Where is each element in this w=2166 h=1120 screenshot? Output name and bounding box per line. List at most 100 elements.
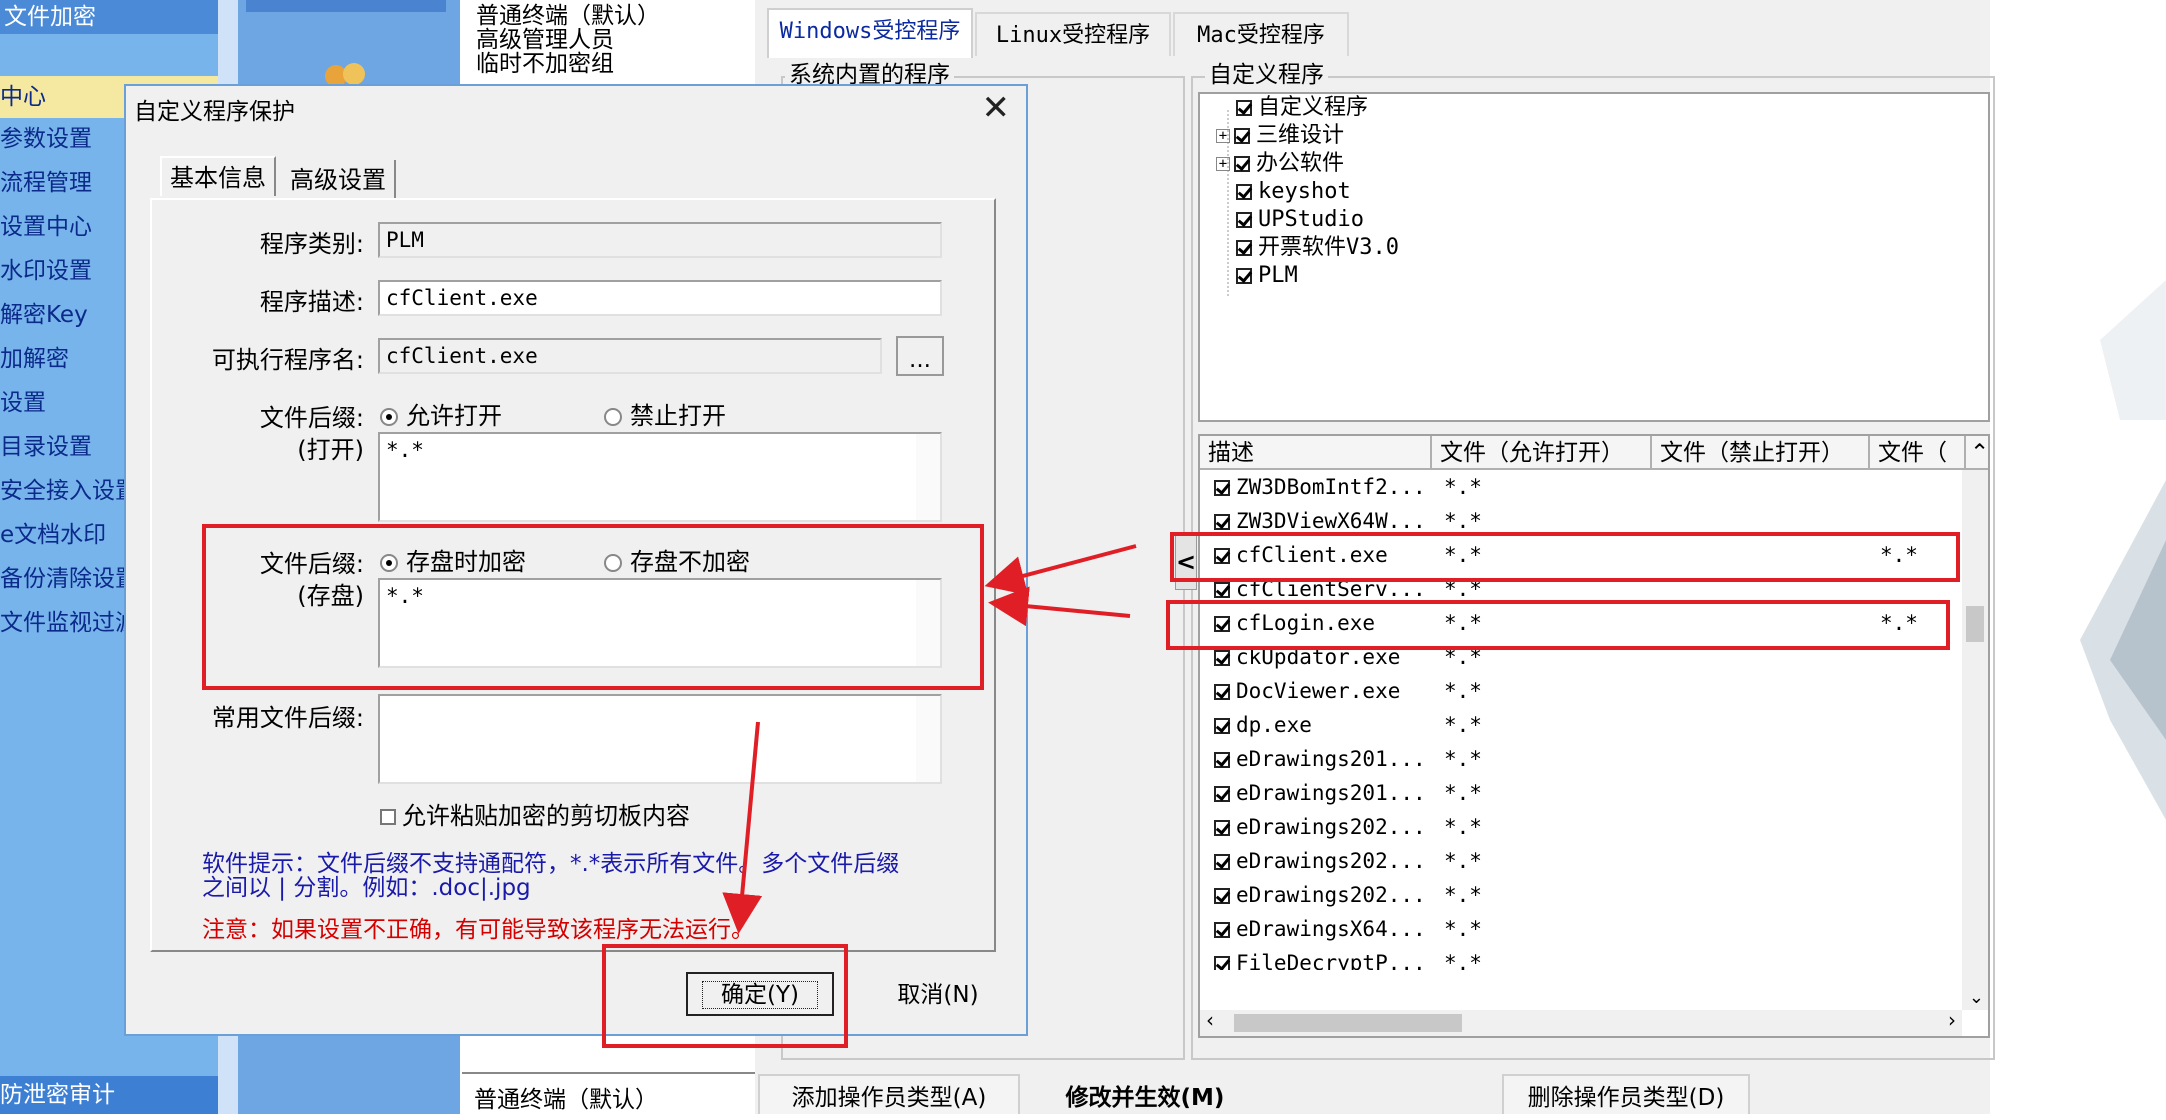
hint-text-line-2: 之间以 | 分割。例如：.doc|.jpg [202, 875, 531, 901]
list-item[interactable]: 普通终端（默认） [476, 4, 660, 28]
scroll-up-icon[interactable]: ⌃ [1966, 436, 1988, 470]
table-row[interactable]: eDrawings202... *.* [1200, 844, 1960, 878]
program-list[interactable]: 描述 文件（允许打开） 文件（禁止打开） 文件（ ⌃ ZW3DBomIntf2.… [1198, 434, 1990, 1038]
checkbox[interactable] [1214, 854, 1230, 870]
open-suffix-sublabel: (打开) [297, 436, 364, 464]
scroll-left-icon[interactable]: ‹ [1206, 1008, 1214, 1032]
tab-linux[interactable]: Linux受控程序 [975, 12, 1171, 56]
common-suffix-field[interactable] [378, 694, 942, 784]
category-field[interactable]: PLM [378, 222, 942, 258]
table-row[interactable]: FileDecryptP... *.* [1200, 946, 1960, 970]
allow-paste-checkbox[interactable]: 允许粘贴加密的剪切板内容 [380, 796, 690, 831]
open-suffix-field[interactable]: *.* [378, 432, 942, 522]
checkbox[interactable] [1236, 212, 1252, 228]
tree-node[interactable]: PLM [1216, 262, 1298, 290]
list-item[interactable]: 普通终端（默认） [474, 1080, 658, 1114]
annotation-box-save-suffix [202, 524, 984, 690]
checkbox[interactable] [1236, 240, 1252, 256]
warning-text: 注意：如果设置不正确，有可能导致该程序无法运行。 [202, 917, 754, 943]
checkbox[interactable] [1214, 820, 1230, 836]
panel-top-button[interactable] [246, 0, 446, 12]
checkbox[interactable] [1214, 888, 1230, 904]
checkbox[interactable] [1236, 268, 1252, 284]
table-row[interactable]: eDrawings201... *.* [1200, 776, 1960, 810]
checkbox[interactable] [1234, 156, 1250, 172]
column-header[interactable]: 文件（允许打开） [1432, 436, 1652, 470]
scroll-thumb[interactable] [1234, 1014, 1462, 1032]
checkbox[interactable] [380, 809, 396, 825]
radio[interactable] [380, 408, 398, 426]
allow-open-radio[interactable]: 允许打开 [380, 396, 502, 431]
column-header[interactable]: 文件（禁止打开） [1652, 436, 1870, 470]
tree-node[interactable]: 自定义程序 [1216, 94, 1368, 122]
column-header[interactable]: 描述 [1200, 436, 1432, 470]
scrollbar[interactable] [916, 696, 940, 782]
cancel-button[interactable]: 取消(N) [870, 972, 1006, 1016]
hint-text-line-1: 软件提示：文件后缀不支持通配符，*.*表示所有文件。多个文件后缀 [202, 851, 900, 877]
list-item[interactable]: 高级管理人员 [476, 28, 614, 52]
tree-node[interactable]: keyshot [1216, 178, 1351, 206]
radio[interactable] [604, 408, 622, 426]
open-suffix-label: 文件后缀: [259, 404, 364, 432]
annotation-box-cflogin-row [1166, 600, 1950, 650]
table-row[interactable]: eDrawings201... *.* [1200, 742, 1960, 776]
tab-mac[interactable]: Mac受控程序 [1173, 12, 1349, 56]
exe-name-label: 可执行程序名: [211, 346, 364, 374]
expand-icon[interactable]: + [1216, 157, 1230, 171]
scroll-down-icon[interactable]: ⌄ [1969, 987, 1984, 1008]
list-item[interactable]: 临时不加密组 [476, 52, 614, 76]
table-row[interactable]: DocViewer.exe *.* [1200, 674, 1960, 708]
checkbox[interactable] [1214, 684, 1230, 700]
tree-node[interactable]: + 办公软件 [1216, 150, 1344, 178]
exe-name-field[interactable]: cfClient.exe [378, 338, 882, 374]
tree-node[interactable]: + 三维设计 [1216, 122, 1344, 150]
checkbox[interactable] [1236, 100, 1252, 116]
scroll-right-icon[interactable]: › [1948, 1008, 1956, 1032]
horizontal-scrollbar[interactable]: ‹ › [1200, 1008, 1962, 1036]
tree-node[interactable]: 开票软件V3.0 [1216, 234, 1399, 262]
table-row[interactable]: eDrawings202... *.* [1200, 878, 1960, 912]
operator-type-list[interactable]: 普通终端（默认） 高级管理人员 临时不加密组 [462, 0, 762, 80]
sidebar-header[interactable]: 文件加密 [0, 0, 218, 34]
scrollbar[interactable] [916, 434, 940, 520]
description-field[interactable]: cfClient.exe [378, 280, 942, 316]
add-operator-type-button[interactable]: 添加操作员类型(A) [758, 1074, 1020, 1114]
background-decoration [2080, 280, 2166, 820]
column-header[interactable]: 文件（ [1870, 436, 1966, 470]
dialog-title: 自定义程序保护 [134, 99, 295, 125]
table-row[interactable]: eDrawingsX64... *.* [1200, 912, 1960, 946]
checkbox[interactable] [1214, 718, 1230, 734]
table-row[interactable]: ZW3DBomIntf2... *.* [1200, 470, 1960, 504]
deny-open-radio[interactable]: 禁止打开 [604, 396, 726, 431]
checkbox[interactable] [1236, 184, 1252, 200]
checkbox[interactable] [1214, 480, 1230, 496]
table-row[interactable]: dp.exe *.* [1200, 708, 1960, 742]
checkbox[interactable] [1214, 956, 1230, 970]
custom-program-tree[interactable]: 自定义程序 + 三维设计 + 办公软件 keyshot UPStudio 开票软件V… [1198, 92, 1990, 422]
checkbox[interactable] [1214, 922, 1230, 938]
tab-basic-info[interactable]: 基本信息 [160, 156, 276, 196]
custom-programs-label: 自定义程序 [1205, 62, 1328, 88]
checkbox[interactable] [1214, 582, 1230, 598]
checkbox[interactable] [1214, 514, 1230, 530]
annotation-box-ok-button [602, 944, 848, 1048]
delete-operator-type-button[interactable]: 删除操作员类型(D) [1502, 1074, 1750, 1114]
tree-node[interactable]: UPStudio [1216, 206, 1364, 234]
browse-button[interactable]: ... [896, 336, 944, 376]
vertical-scrollbar[interactable] [1962, 470, 1988, 1010]
operator-type-list-bottom[interactable]: 普通终端（默认） [462, 1072, 762, 1116]
checkbox[interactable] [1214, 786, 1230, 802]
modify-apply-button[interactable]: 修改并生效(M) [1032, 1074, 1258, 1114]
tab-advanced[interactable]: 高级设置 [282, 160, 396, 200]
description-label: 程序描述: [259, 288, 364, 316]
tab-windows[interactable]: Windows受控程序 [767, 8, 973, 58]
checkbox[interactable] [1234, 128, 1250, 144]
category-label: 程序类别: [259, 230, 364, 258]
close-icon[interactable]: ✕ [982, 88, 1011, 128]
checkbox[interactable] [1214, 752, 1230, 768]
sidebar-footer[interactable]: 防泄密审计 [0, 1076, 218, 1114]
checkbox[interactable] [1214, 650, 1230, 666]
scroll-thumb[interactable] [1966, 606, 1984, 642]
expand-icon[interactable]: + [1216, 129, 1230, 143]
table-row[interactable]: eDrawings202... *.* [1200, 810, 1960, 844]
